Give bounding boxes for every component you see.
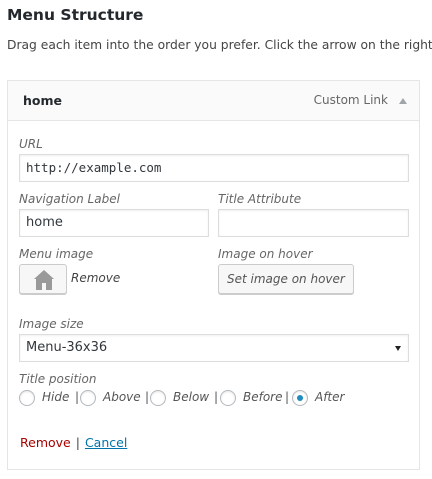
remove-item-link[interactable]: Remove: [20, 435, 71, 450]
radio-label-after: After: [315, 390, 345, 404]
radio-separator: |: [285, 390, 290, 404]
menu-image-label: Menu image: [19, 247, 94, 261]
menu-item-actions: Remove | Cancel: [20, 435, 127, 450]
triangle-up-icon[interactable]: [399, 98, 407, 104]
home-icon: [34, 270, 54, 290]
menu-item-handle[interactable]: home Custom Link: [8, 81, 419, 121]
actions-separator: |: [75, 435, 80, 450]
radio-label-before: Before: [243, 390, 283, 404]
menu-item-type: Custom Link: [313, 93, 388, 107]
navigation-label-label: Navigation Label: [19, 192, 120, 206]
cancel-link[interactable]: Cancel: [85, 435, 127, 450]
title-position-label: Title position: [19, 372, 97, 386]
radio-label-hide: Hide: [42, 390, 70, 404]
navigation-label-input[interactable]: home: [19, 209, 209, 237]
radio-separator: |: [145, 390, 150, 404]
menu-image-thumbnail[interactable]: [19, 264, 67, 294]
image-size-value: Menu-36x36: [26, 340, 108, 355]
menu-item-panel: home Custom Link URL http://example.com …: [7, 80, 420, 470]
radio-label-above: Above: [103, 390, 141, 404]
radio-hide[interactable]: [19, 390, 35, 406]
page-title: Menu Structure: [7, 6, 144, 24]
radio-above[interactable]: [80, 390, 96, 406]
set-image-on-hover-button[interactable]: Set image on hover: [218, 264, 354, 294]
radio-below[interactable]: [150, 390, 166, 406]
radio-separator: |: [75, 390, 80, 404]
image-size-label: Image size: [19, 317, 84, 331]
radio-separator: |: [214, 390, 219, 404]
title-attribute-input[interactable]: [218, 209, 409, 237]
radio-before[interactable]: [220, 390, 236, 406]
radio-after[interactable]: [292, 390, 308, 406]
remove-image-link[interactable]: Remove: [71, 271, 120, 285]
image-on-hover-label: Image on hover: [218, 247, 313, 261]
caret-down-icon: [395, 346, 401, 351]
menu-item-title: home: [23, 93, 62, 108]
radio-label-below: Below: [173, 390, 210, 404]
url-label: URL: [19, 137, 43, 151]
url-input[interactable]: http://example.com: [19, 154, 409, 182]
image-size-select[interactable]: Menu-36x36: [19, 334, 409, 362]
instructions-text: Drag each item into the order you prefer…: [7, 38, 432, 52]
title-attribute-label: Title Attribute: [218, 192, 302, 206]
